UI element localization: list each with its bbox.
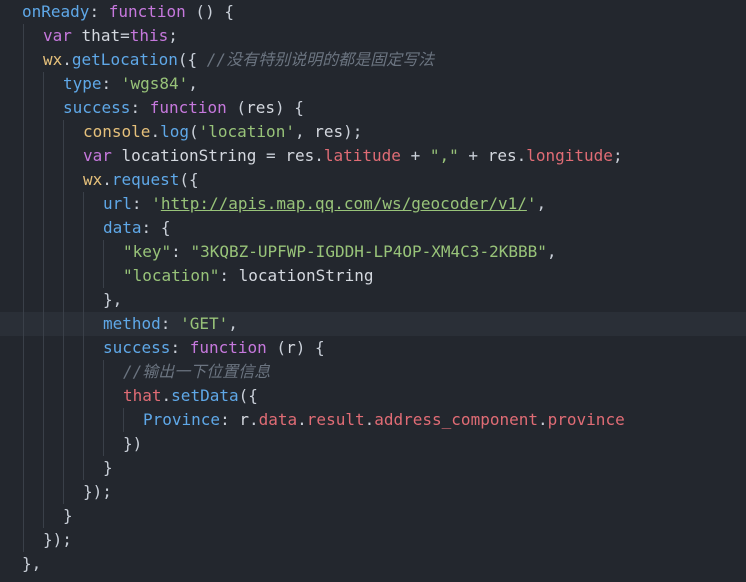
code-text: console.log('location', res);	[83, 122, 363, 141]
code-text: }	[63, 506, 73, 525]
code-text: that.setData({	[123, 386, 258, 405]
code-text: },	[103, 290, 123, 309]
code-line[interactable]: data: {	[0, 216, 746, 240]
code-text: var that=this;	[43, 26, 178, 45]
code-line[interactable]: console.log('location', res);	[0, 120, 746, 144]
code-text: })	[123, 434, 143, 453]
code-text: wx.request({	[83, 170, 199, 189]
code-line[interactable]: success: function (r) {	[0, 336, 746, 360]
code-text: method: 'GET',	[103, 314, 238, 333]
code-line[interactable]: Province: r.data.result.address_componen…	[0, 408, 746, 432]
code-line[interactable]: wx.getLocation({ //没有特别说明的都是固定写法	[0, 48, 746, 72]
code-line[interactable]: "location": locationString	[0, 264, 746, 288]
code-line[interactable]: url: 'http://apis.map.qq.com/ws/geocoder…	[0, 192, 746, 216]
code-line-active[interactable]: method: 'GET',	[0, 312, 746, 336]
code-line[interactable]: var locationString = res.latitude + "," …	[0, 144, 746, 168]
code-line[interactable]: "key": "3KQBZ-UPFWP-IGDDH-LP4OP-XM4C3-2K…	[0, 240, 746, 264]
code-line[interactable]: var that=this;	[0, 24, 746, 48]
code-line[interactable]: //输出一下位置信息	[0, 360, 746, 384]
code-text: "location": locationString	[123, 266, 374, 285]
code-text: success: function (res) {	[63, 98, 304, 117]
code-text: wx.getLocation({ //没有特别说明的都是固定写法	[43, 50, 435, 69]
code-text: }	[103, 458, 113, 477]
code-line[interactable]: },	[0, 552, 746, 576]
code-text: "key": "3KQBZ-UPFWP-IGDDH-LP4OP-XM4C3-2K…	[123, 242, 557, 261]
code-line[interactable]: success: function (res) {	[0, 96, 746, 120]
code-line[interactable]: that.setData({	[0, 384, 746, 408]
code-line[interactable]: wx.request({	[0, 168, 746, 192]
code-text: });	[43, 530, 72, 549]
code-editor[interactable]: onReady: function () { var that=this; wx…	[0, 0, 746, 582]
code-text: data: {	[103, 218, 171, 237]
code-text: //输出一下位置信息	[123, 362, 271, 381]
code-line[interactable]: onReady: function () {	[0, 0, 746, 24]
code-text: Province: r.data.result.address_componen…	[143, 410, 625, 429]
code-text: success: function (r) {	[103, 338, 325, 357]
code-line[interactable]: }	[0, 504, 746, 528]
code-line[interactable]: type: 'wgs84',	[0, 72, 746, 96]
code-text: type: 'wgs84',	[63, 74, 198, 93]
code-text: var locationString = res.latitude + "," …	[83, 146, 623, 165]
code-text: url: 'http://apis.map.qq.com/ws/geocoder…	[103, 194, 547, 213]
code-text: },	[22, 554, 42, 573]
code-line[interactable]: })	[0, 432, 746, 456]
code-text: onReady: function () {	[22, 2, 234, 21]
code-text: });	[83, 482, 112, 501]
code-line[interactable]: }	[0, 456, 746, 480]
code-line[interactable]: });	[0, 528, 746, 552]
code-line[interactable]: },	[0, 288, 746, 312]
code-line[interactable]: });	[0, 480, 746, 504]
